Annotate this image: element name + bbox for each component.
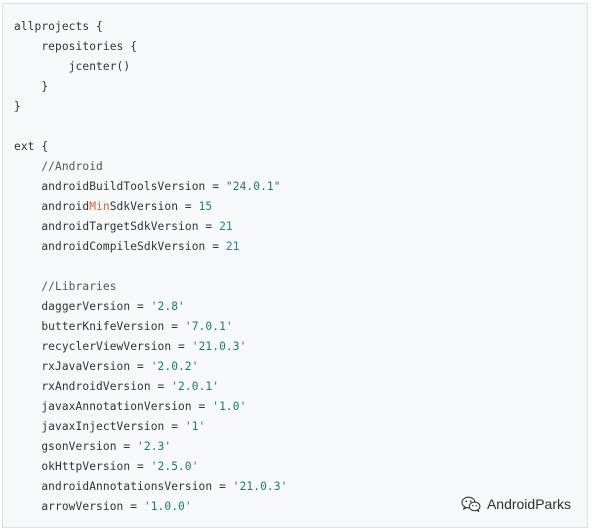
code-line: } xyxy=(3,97,287,117)
code-token: 15 xyxy=(198,200,213,213)
code-token: okHttpVersion = xyxy=(14,460,151,473)
code-token: ext { xyxy=(14,140,49,153)
code-token: '1.0' xyxy=(212,400,247,413)
code-token: androidTargetSdkVersion = xyxy=(14,220,220,233)
code-line: repositories { xyxy=(3,37,287,57)
code-line: androidMinSdkVersion = 15 xyxy=(3,197,287,217)
code-token: androidCompileSdkVersion = xyxy=(14,240,226,253)
code-token: gsonVersion = xyxy=(14,440,138,453)
code-token: jcenter() xyxy=(14,60,131,73)
code-line: ext { xyxy=(3,137,287,157)
code-token: '2.5.0' xyxy=(150,460,199,473)
code-token: javaxInjectVersion = xyxy=(14,420,185,433)
code-line: allprojects { xyxy=(3,17,287,37)
code-line: okHttpVersion = '2.5.0' xyxy=(3,457,287,477)
code-line: gsonVersion = '2.3' xyxy=(3,437,287,457)
code-line: rxAndroidVersion = '2.0.1' xyxy=(3,377,287,397)
code-token: android xyxy=(14,200,90,213)
code-lines: allprojects { repositories { jcenter() }… xyxy=(3,17,287,517)
code-line: jcenter() xyxy=(3,57,287,77)
code-token: '21.0.3' xyxy=(232,480,288,493)
code-token: daggerVersion = xyxy=(14,300,151,313)
code-token: javaxAnnotationVersion = xyxy=(14,400,213,413)
code-token: SdkVersion = xyxy=(109,200,199,213)
code-token: arrowVersion = xyxy=(14,500,144,513)
code-token: butterKnifeVersion = xyxy=(14,320,185,333)
code-token: '2.3' xyxy=(137,440,172,453)
code-line: javaxAnnotationVersion = '1.0' xyxy=(3,397,287,417)
code-line: androidTargetSdkVersion = 21 xyxy=(3,217,287,237)
watermark-text: AndroidParks xyxy=(486,496,571,512)
code-line: } xyxy=(3,77,287,97)
code-token: '2.0.2' xyxy=(150,360,199,373)
code-line: androidCompileSdkVersion = 21 xyxy=(3,237,287,257)
code-token: '21.0.3' xyxy=(191,340,247,353)
code-token: androidBuildToolsVersion = xyxy=(14,180,226,193)
code-token: } xyxy=(14,80,49,93)
code-token: recyclerViewVersion = xyxy=(14,340,192,353)
code-token: repositories { xyxy=(14,40,138,53)
code-token: Min xyxy=(89,200,110,213)
code-token: '2.0.1' xyxy=(171,380,220,393)
code-token: rxJavaVersion = xyxy=(14,360,151,373)
code-token: 21 xyxy=(225,240,240,253)
code-line: rxJavaVersion = '2.0.2' xyxy=(3,357,287,377)
code-token: '7.0.1' xyxy=(184,320,233,333)
code-token: '2.8' xyxy=(150,300,185,313)
code-token: '1.0.0' xyxy=(143,500,192,513)
code-token: rxAndroidVersion = xyxy=(14,380,172,393)
code-token: androidAnnotationsVersion = xyxy=(14,480,233,493)
code-line: androidAnnotationsVersion = '21.0.3' xyxy=(3,477,287,497)
code-token: //Android xyxy=(14,160,103,173)
code-token: allprojects { xyxy=(14,20,103,33)
code-token: "24.0.1" xyxy=(225,180,281,193)
watermark: AndroidParks xyxy=(461,496,571,512)
code-token: //Libraries xyxy=(14,280,117,293)
code-block: allprojects { repositories { jcenter() }… xyxy=(2,3,588,528)
code-token: } xyxy=(14,100,21,113)
code-line: javaxInjectVersion = '1' xyxy=(3,417,287,437)
wechat-icon xyxy=(461,496,481,512)
code-line: androidBuildToolsVersion = "24.0.1" xyxy=(3,177,287,197)
code-line: butterKnifeVersion = '7.0.1' xyxy=(3,317,287,337)
code-token: 21 xyxy=(219,220,233,233)
code-line: daggerVersion = '2.8' xyxy=(3,297,287,317)
code-line: //Android xyxy=(3,157,287,177)
code-line: recyclerViewVersion = '21.0.3' xyxy=(3,337,287,357)
code-line: //Libraries xyxy=(3,277,287,297)
code-token: '1' xyxy=(184,420,206,433)
code-line: arrowVersion = '1.0.0' xyxy=(3,497,287,517)
